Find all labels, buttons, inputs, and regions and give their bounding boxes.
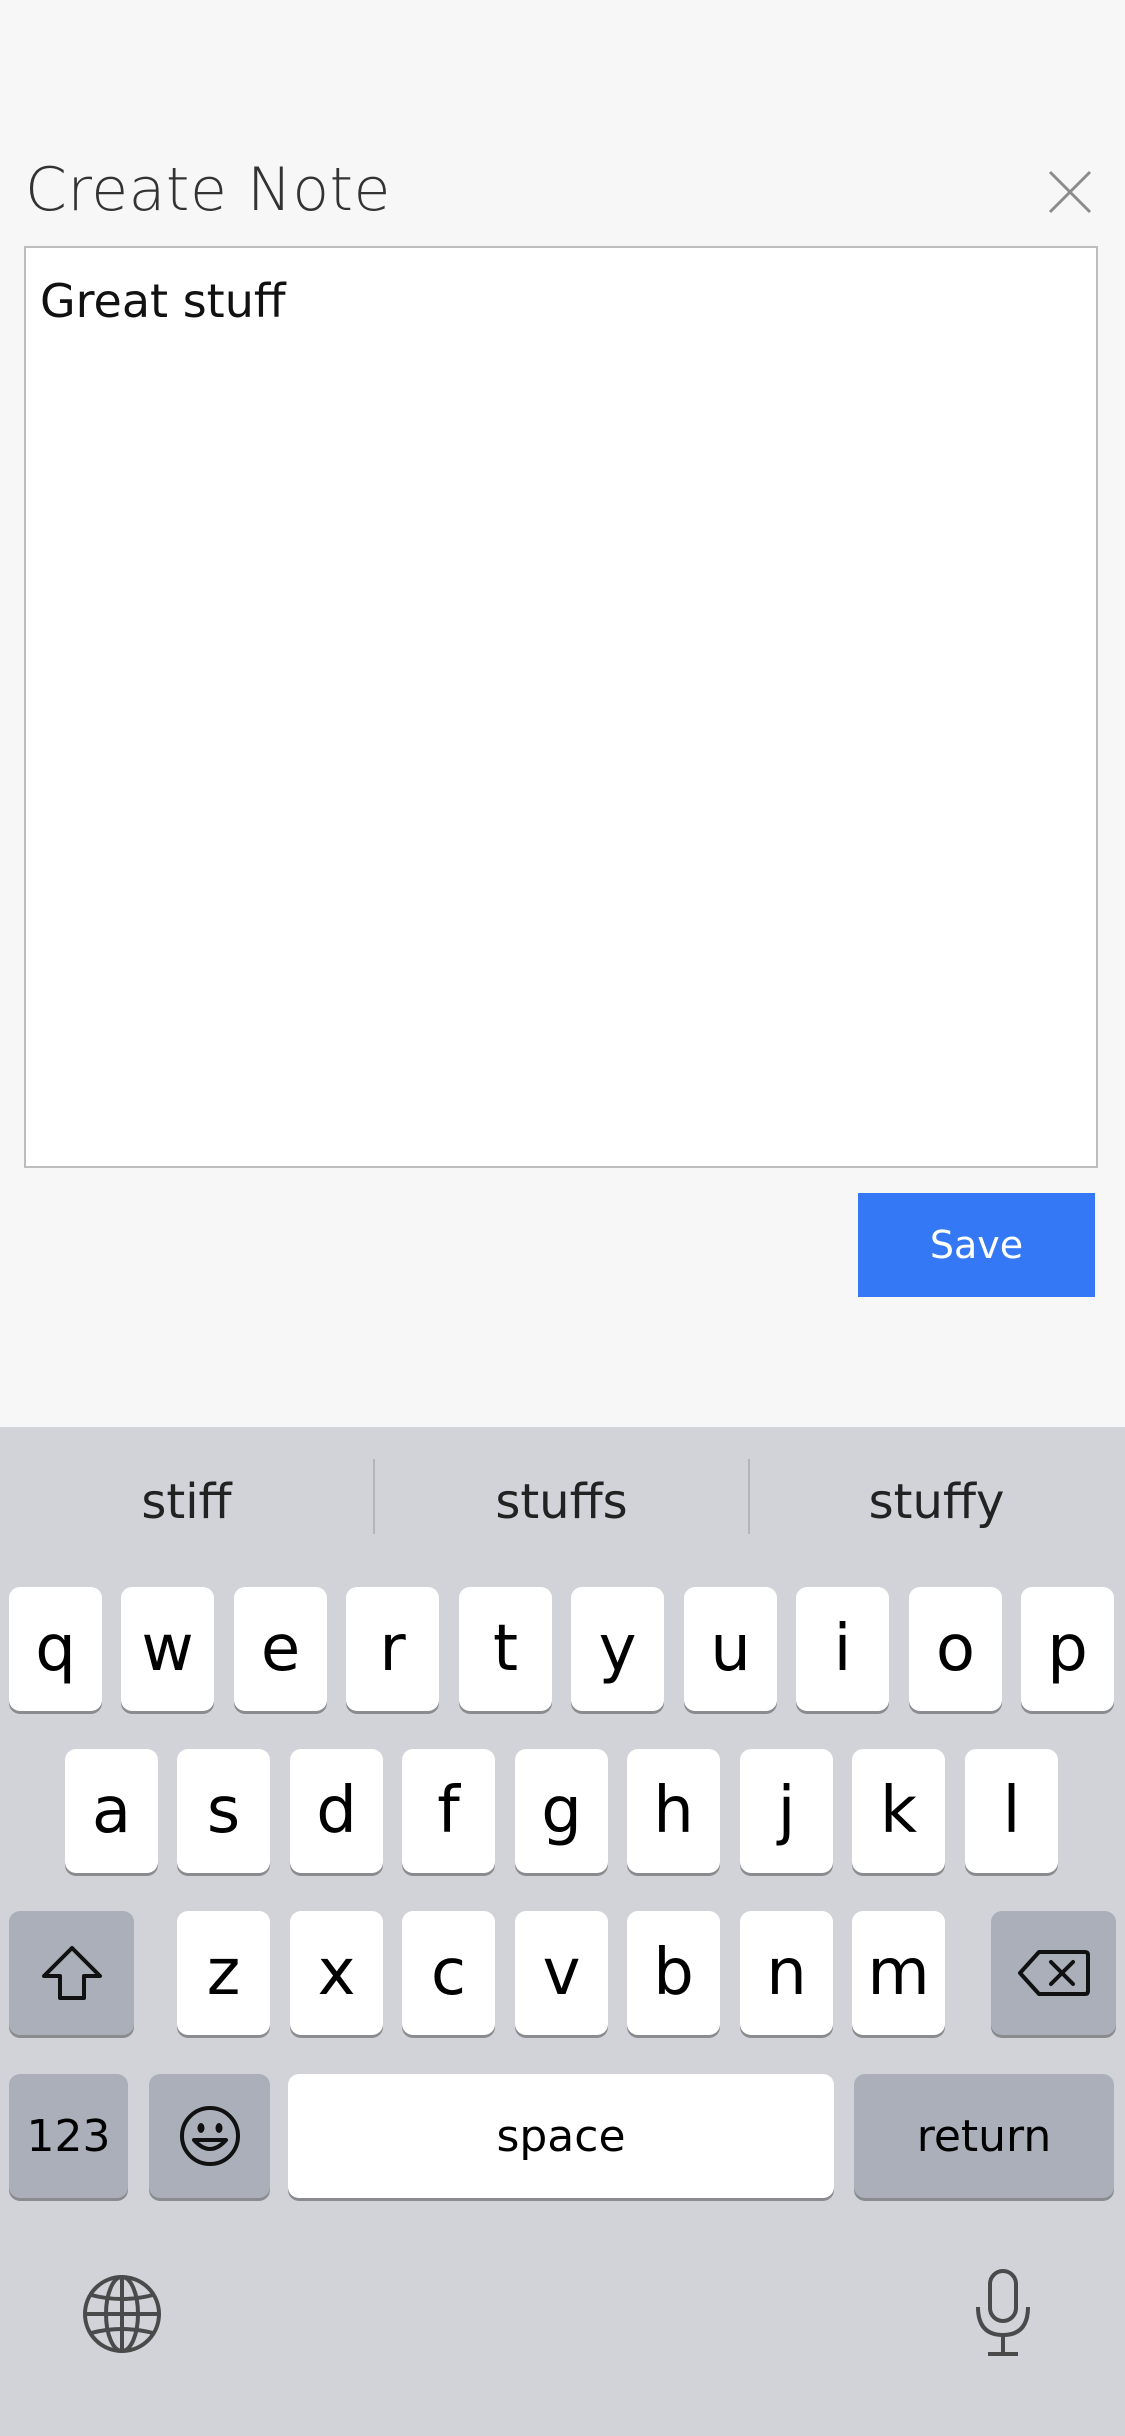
backspace-icon [1017,1950,1090,1996]
key-v[interactable]: v [515,1911,608,2035]
key-r[interactable]: r [346,1587,439,1711]
key-p[interactable]: p [1021,1587,1114,1711]
save-button[interactable]: Save [858,1193,1095,1297]
microphone-icon[interactable] [970,2267,1036,2359]
key-e[interactable]: e [234,1587,327,1711]
suggestion-bar: stiff stuffs stuffy [0,1427,1125,1577]
key-a[interactable]: a [65,1749,158,1873]
page-title: Create Note [25,155,391,225]
key-w[interactable]: w [121,1587,214,1711]
key-x[interactable]: x [290,1911,383,2035]
space-key[interactable]: space [288,2074,834,2198]
key-y[interactable]: y [571,1587,664,1711]
key-q[interactable]: q [9,1587,102,1711]
suggestion-2[interactable]: stuffs [375,1427,748,1577]
key-d[interactable]: d [290,1749,383,1873]
shift-key[interactable] [9,1911,134,2035]
key-l[interactable]: l [965,1749,1058,1873]
key-m[interactable]: m [852,1911,945,2035]
key-t[interactable]: t [459,1587,552,1711]
key-z[interactable]: z [177,1911,270,2035]
emoji-icon [179,2106,240,2166]
globe-icon[interactable] [81,2273,163,2355]
key-s[interactable]: s [177,1749,270,1873]
key-f[interactable]: f [402,1749,495,1873]
backspace-key[interactable] [991,1911,1116,2035]
numbers-key[interactable]: 123 [9,2074,128,2198]
key-u[interactable]: u [684,1587,777,1711]
close-icon[interactable] [1040,162,1100,222]
keyboard: stiff stuffs stuffy q w e r t y u i o p … [0,1427,1125,2436]
key-b[interactable]: b [627,1911,720,2035]
suggestion-3[interactable]: stuffy [750,1427,1123,1577]
key-k[interactable]: k [852,1749,945,1873]
note-text-area[interactable]: Great stuff [24,246,1098,1168]
key-c[interactable]: c [402,1911,495,2035]
return-key[interactable]: return [854,2074,1114,2198]
key-h[interactable]: h [627,1749,720,1873]
key-n[interactable]: n [740,1911,833,2035]
emoji-key[interactable] [149,2074,270,2198]
key-o[interactable]: o [909,1587,1002,1711]
suggestion-1[interactable]: stiff [0,1427,373,1577]
key-g[interactable]: g [515,1749,608,1873]
key-j[interactable]: j [740,1749,833,1873]
key-i[interactable]: i [796,1587,889,1711]
shift-icon [41,1946,102,2000]
